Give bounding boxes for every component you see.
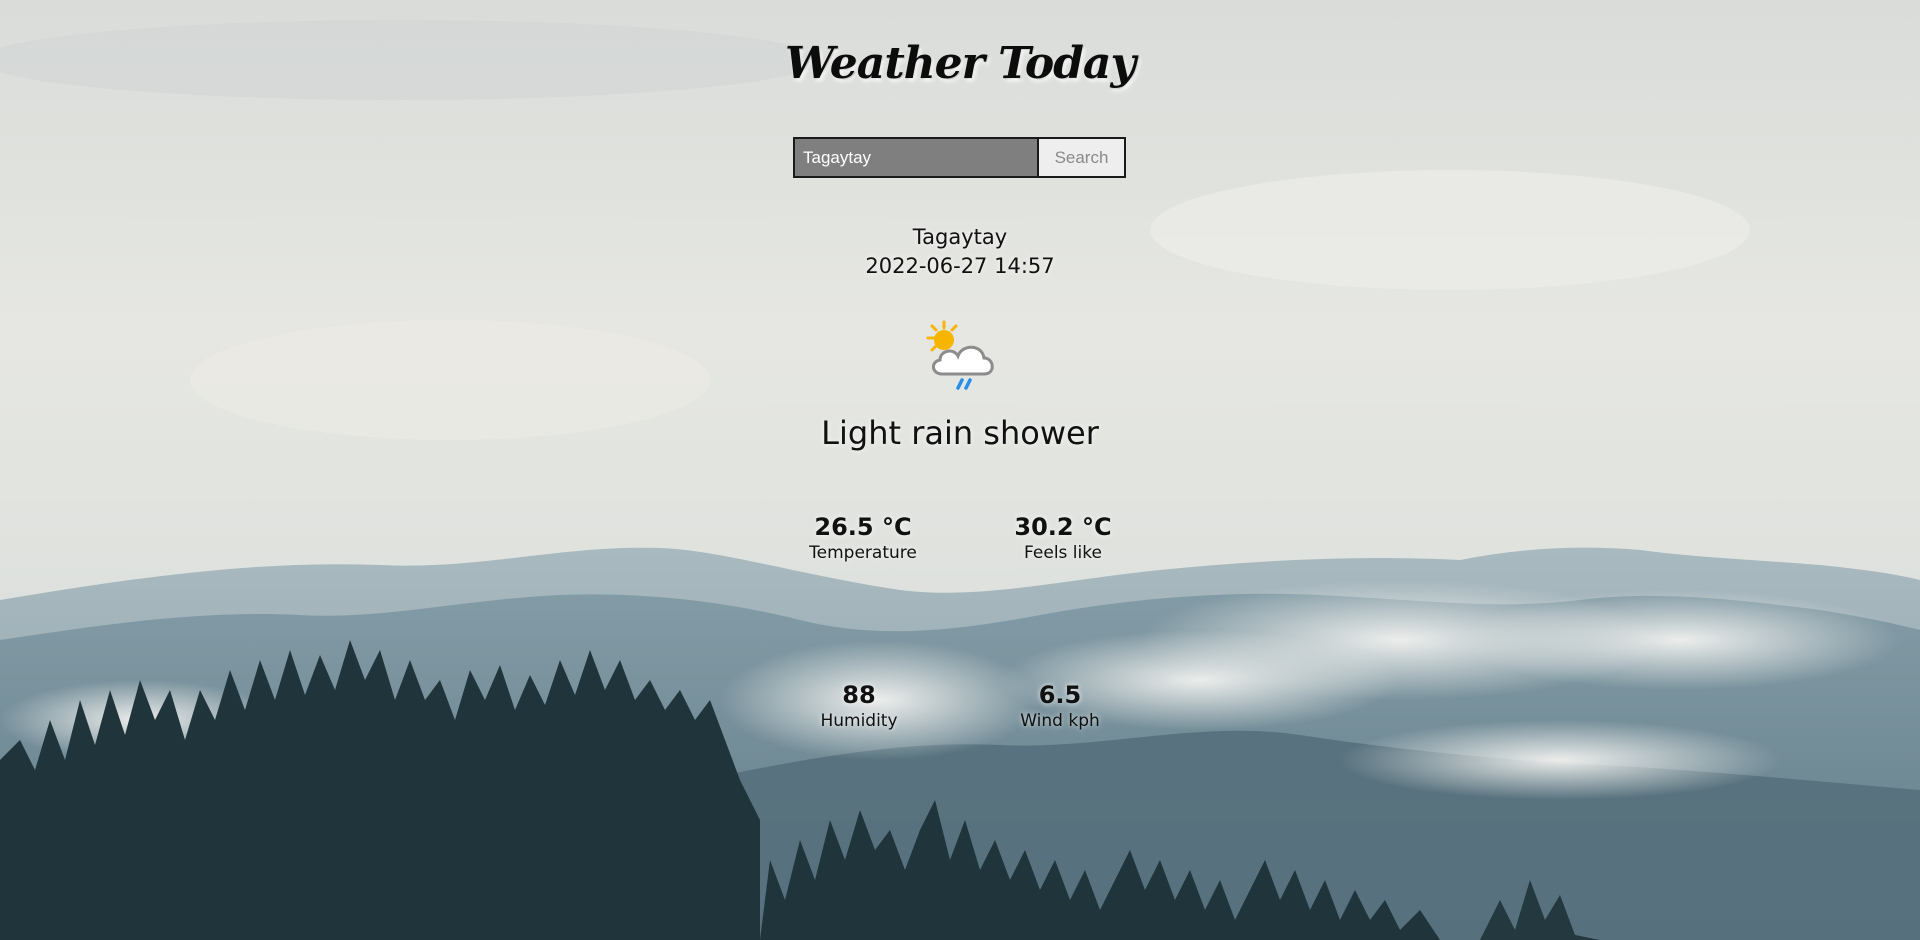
- weather-app: Weather Today Search Tagaytay 2022-06-27…: [0, 0, 1920, 940]
- search-input[interactable]: [793, 137, 1037, 178]
- temperature-label: Temperature: [809, 543, 917, 563]
- temperature-stat: 26.5 °C Temperature: [763, 512, 963, 564]
- partly-sunny-rain-icon: [926, 320, 994, 390]
- feels-like-stat: 30.2 °C Feels like: [963, 512, 1163, 564]
- search-bar: Search: [793, 137, 1126, 178]
- temperature-value: 26.5 °C: [814, 513, 912, 541]
- wind-value: 6.5: [1038, 681, 1082, 709]
- humidity-label: Humidity: [820, 711, 898, 731]
- location-datetime: 2022-06-27 14:57: [865, 254, 1055, 278]
- feels-like-label: Feels like: [1024, 543, 1102, 563]
- wind-label: Wind kph: [1020, 711, 1100, 731]
- humidity-value: 88: [842, 681, 876, 709]
- feels-like-value: 30.2 °C: [1014, 513, 1112, 541]
- wind-stat: 6.5 Wind kph: [960, 680, 1160, 732]
- app-title: Weather Today: [784, 38, 1136, 89]
- location-name: Tagaytay: [912, 225, 1008, 249]
- humidity-stat: 88 Humidity: [759, 680, 959, 732]
- condition-text: Light rain shower: [821, 414, 1099, 452]
- search-button[interactable]: Search: [1037, 137, 1126, 178]
